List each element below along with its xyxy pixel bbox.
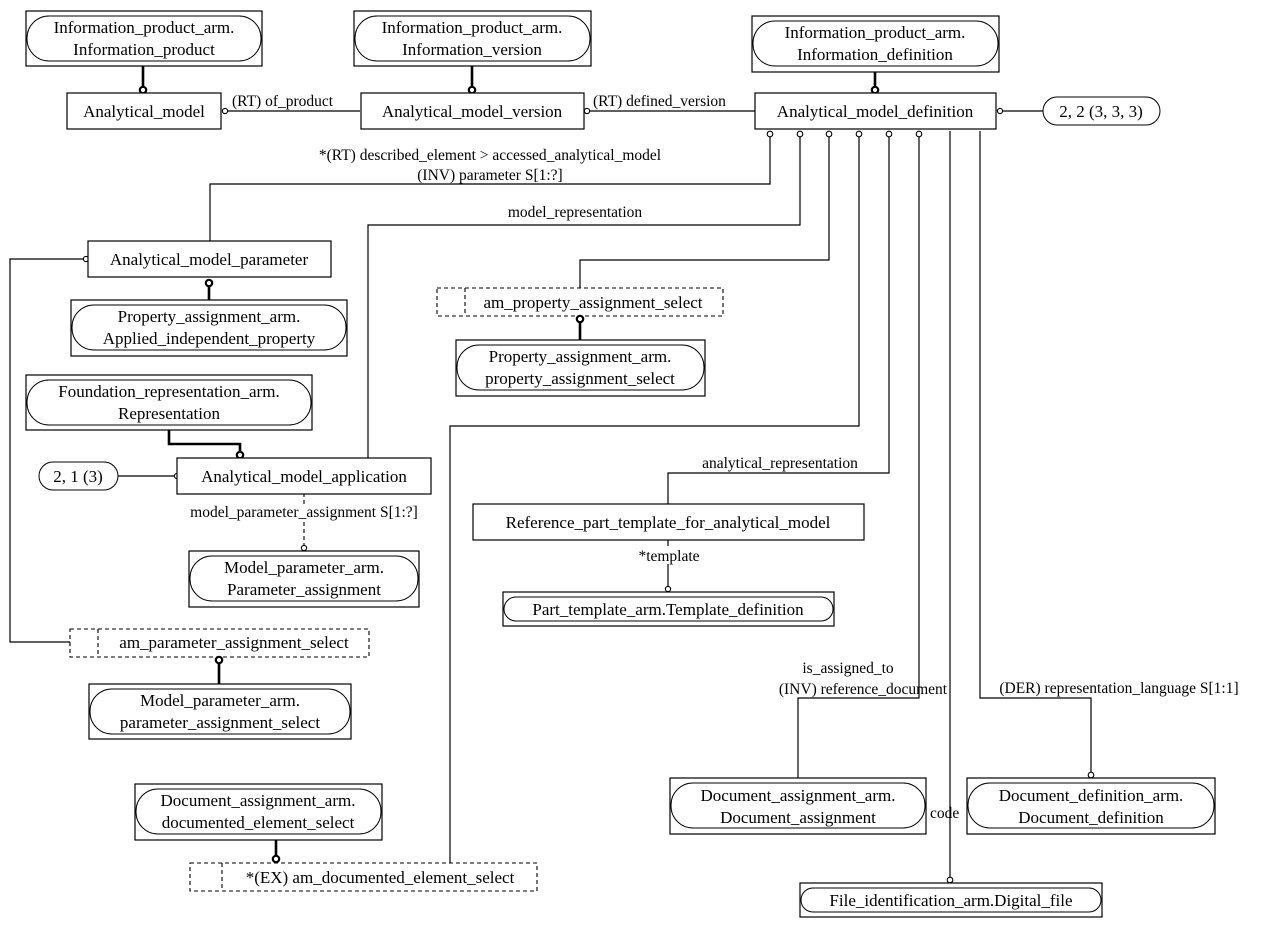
svg-text:Information_definition: Information_definition [797, 45, 953, 64]
select-am-documented-element[interactable]: *(EX) am_documented_element_select [189, 862, 538, 892]
svg-text:Property_assignment_arm.: Property_assignment_arm. [489, 347, 672, 366]
entity-analytical-model-definition[interactable]: Analytical_model_definition [754, 92, 997, 130]
relation-end-circle [766, 130, 774, 138]
svg-text:documented_element_select: documented_element_select [162, 813, 355, 832]
svg-text:Model_parameter_arm.: Model_parameter_arm. [224, 558, 384, 577]
entity-analytical-model-application[interactable]: Analytical_model_application [176, 457, 432, 495]
svg-text:am_property_assignment_select: am_property_assignment_select [483, 293, 702, 312]
entity-information-version[interactable]: Information_product_arm. Information_ver… [353, 10, 592, 67]
relation-line-representation-language [979, 131, 1092, 772]
supertype-end-circle [271, 854, 281, 864]
express-g-diagram: Information_product_arm. Information_pro… [9, 10, 1239, 918]
relation-end-circle [915, 130, 923, 138]
label-of-product: (RT) of_product [232, 93, 334, 110]
svg-text:Information_version: Information_version [402, 40, 542, 59]
entity-analytical-model-parameter[interactable]: Analytical_model_parameter [87, 240, 332, 278]
svg-text:Document_assignment: Document_assignment [720, 808, 876, 827]
entity-applied-independent-property[interactable]: Property_assignment_arm. Applied_indepen… [70, 299, 348, 357]
svg-text:Analytical_model_version: Analytical_model_version [382, 102, 563, 121]
svg-text:Reference_part_template_for_an: Reference_part_template_for_analytical_m… [506, 513, 831, 532]
relation-end-circle [664, 585, 672, 593]
supertype-link-representation [167, 430, 242, 452]
label-model-parameter-assignment: model_parameter_assignment S[1:?] [190, 504, 418, 521]
svg-text:File_identification_arm.Digita: File_identification_arm.Digital_file [829, 891, 1072, 910]
svg-text:2, 1 (3): 2, 1 (3) [53, 467, 103, 486]
relation-end-circle [796, 130, 804, 138]
label-template: *template [638, 548, 699, 565]
entity-document-assignment[interactable]: Document_assignment_arm. Document_assign… [669, 777, 927, 835]
label-reference-document: (INV) reference_document [779, 681, 948, 698]
entity-analytical-model-version[interactable]: Analytical_model_version [360, 92, 585, 130]
supertype-end-circle [870, 85, 880, 95]
page-reference-2-1[interactable]: 2, 1 (3) [38, 461, 119, 491]
entity-information-definition[interactable]: Information_product_arm. Information_def… [751, 15, 1000, 73]
relation-end-circle [885, 130, 893, 138]
svg-text:Information_product_arm.: Information_product_arm. [785, 23, 966, 42]
supertype-end-circle [138, 85, 148, 95]
svg-text:Part_template_arm.Template_def: Part_template_arm.Template_definition [532, 600, 804, 619]
svg-text:Information_product_arm.: Information_product_arm. [382, 18, 563, 37]
svg-text:am_parameter_assignment_select: am_parameter_assignment_select [119, 633, 349, 652]
label-representation-language: (DER) representation_language S[1:1] [999, 680, 1238, 697]
relation-end-circle [300, 544, 308, 552]
svg-text:Foundation_representation_arm.: Foundation_representation_arm. [58, 382, 279, 401]
entity-parameter-assignment[interactable]: Model_parameter_arm. Parameter_assignmen… [188, 550, 420, 608]
svg-text:Document_definition_arm.: Document_definition_arm. [999, 786, 1184, 805]
label-code: code [930, 805, 959, 822]
label-model-representation: model_representation [508, 204, 643, 221]
svg-text:Document_definition: Document_definition [1018, 808, 1164, 827]
supertype-end-circle [204, 278, 214, 288]
entity-document-definition[interactable]: Document_definition_arm. Document_defini… [966, 777, 1216, 835]
label-described-element: *(RT) described_element > accessed_analy… [319, 147, 661, 164]
entity-information-product[interactable]: Information_product_arm. Information_pro… [25, 10, 263, 67]
label-analytical-representation: analytical_representation [702, 455, 858, 472]
entity-property-assignment-select[interactable]: Property_assignment_arm. property_assign… [455, 339, 706, 397]
svg-text:2, 2 (3, 3, 3): 2, 2 (3, 3, 3) [1059, 102, 1143, 121]
svg-text:Information_product_arm.: Information_product_arm. [54, 18, 235, 37]
relation-line-analytical-representation [667, 137, 890, 504]
relation-end-circle [855, 130, 863, 138]
label-is-assigned-to: is_assigned_to [802, 660, 894, 677]
entity-parameter-assignment-select[interactable]: Model_parameter_arm. parameter_assignmen… [88, 683, 352, 740]
svg-text:*(EX) am_documented_element_se: *(EX) am_documented_element_select [246, 868, 515, 887]
svg-text:parameter_assignment_select: parameter_assignment_select [120, 713, 320, 732]
supertype-end-circle [214, 655, 224, 665]
relation-end-circle [946, 876, 954, 884]
entity-documented-element-select[interactable]: Document_assignment_arm. documented_elem… [134, 783, 383, 841]
svg-text:Information_product: Information_product [73, 40, 215, 59]
svg-text:Analytical_model: Analytical_model [83, 102, 205, 121]
entity-template-definition[interactable]: Part_template_arm.Template_definition [502, 591, 835, 627]
relation-end-circle [996, 107, 1004, 115]
page-reference-2-2[interactable]: 2, 2 (3, 3, 3) [1042, 96, 1161, 126]
select-am-property-assignment[interactable]: am_property_assignment_select [436, 287, 724, 317]
entity-representation[interactable]: Foundation_representation_arm. Represent… [25, 374, 313, 431]
svg-text:Analytical_model_parameter: Analytical_model_parameter [110, 250, 309, 269]
svg-text:Document_assignment_arm.: Document_assignment_arm. [701, 786, 896, 805]
select-am-parameter-assignment[interactable]: am_parameter_assignment_select [69, 628, 370, 658]
relation-end-circle [825, 130, 833, 138]
svg-text:Property_assignment_arm.: Property_assignment_arm. [118, 307, 301, 326]
svg-text:Representation: Representation [118, 404, 220, 423]
relation-end-circle [1087, 771, 1095, 779]
svg-text:Parameter_assignment: Parameter_assignment [227, 580, 381, 599]
supertype-end-circle [235, 450, 245, 460]
entity-reference-part-template[interactable]: Reference_part_template_for_analytical_m… [472, 503, 865, 541]
entity-digital-file[interactable]: File_identification_arm.Digital_file [799, 882, 1103, 918]
svg-text:Analytical_model_application: Analytical_model_application [201, 467, 407, 486]
svg-text:Model_parameter_arm.: Model_parameter_arm. [140, 691, 300, 710]
svg-text:Applied_independent_property: Applied_independent_property [103, 329, 316, 348]
label-defined-version: (RT) defined_version [593, 93, 726, 110]
entity-analytical-model[interactable]: Analytical_model [66, 92, 222, 130]
supertype-end-circle [575, 314, 585, 324]
svg-text:property_assignment_select: property_assignment_select [485, 369, 675, 388]
svg-text:Analytical_model_definition: Analytical_model_definition [777, 102, 974, 121]
relation-end-circle [221, 107, 229, 115]
svg-text:Document_assignment_arm.: Document_assignment_arm. [161, 791, 356, 810]
label-parameter-inverse: (INV) parameter S[1:?] [417, 167, 562, 184]
supertype-end-circle [467, 85, 477, 95]
relation-end-circle [583, 107, 591, 115]
